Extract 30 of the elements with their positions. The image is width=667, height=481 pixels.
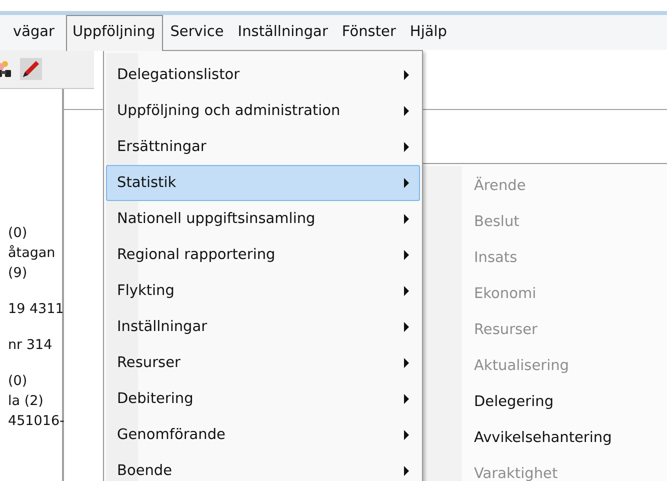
menu-bar-item[interactable]: Service bbox=[163, 15, 231, 50]
binoculars-icon[interactable] bbox=[0, 59, 14, 79]
list-text: nr 314 bbox=[7, 336, 54, 355]
menu-bar-item[interactable]: Uppföljning bbox=[66, 14, 164, 50]
pen-icon[interactable] bbox=[20, 58, 42, 80]
menu-item[interactable]: Avvikelsehantering bbox=[422, 420, 667, 456]
menu-bar-item[interactable]: Inställningar bbox=[230, 15, 335, 50]
menu-item[interactable]: Boende bbox=[106, 453, 420, 481]
list-text: (0) bbox=[7, 372, 28, 391]
menu-item[interactable]: Statistik bbox=[106, 165, 420, 201]
menu-item[interactable]: Genomförande bbox=[106, 417, 420, 453]
menu-item[interactable]: Debitering bbox=[106, 381, 420, 417]
menu-bar-item[interactable]: Fönster bbox=[334, 15, 403, 50]
menu-item[interactable]: Regional rapportering bbox=[106, 237, 420, 273]
list-text: 451016- bbox=[7, 412, 62, 431]
menu-item[interactable]: Uppföljning och administration bbox=[106, 93, 420, 129]
list-text: 19 4311 bbox=[7, 300, 62, 319]
menu-item[interactable]: Ersättningar bbox=[106, 129, 420, 165]
list-text: (0) bbox=[7, 224, 28, 243]
list-text: (9) bbox=[7, 264, 28, 283]
list-text: åtagan bbox=[7, 244, 56, 263]
menu-bar-item[interactable]: vägar bbox=[6, 15, 62, 50]
list-text: la (2) bbox=[7, 392, 44, 411]
menu-item[interactable]: Delegering bbox=[422, 384, 667, 420]
menu-item[interactable]: Delegationslistor bbox=[106, 57, 420, 93]
menu-item[interactable]: Resurser bbox=[106, 345, 420, 381]
menu-bar-item[interactable]: Hjälp bbox=[402, 15, 454, 50]
menu-item[interactable]: Inställningar bbox=[106, 309, 420, 345]
menu-item[interactable]: Flykting bbox=[106, 273, 420, 309]
menu-item[interactable]: Nationell uppgiftsinsamling bbox=[106, 201, 420, 237]
